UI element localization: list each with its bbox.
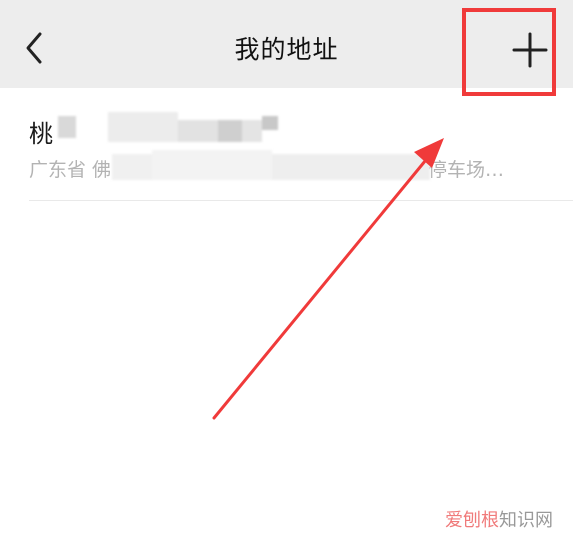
- list-divider: [29, 200, 573, 201]
- address-detail: 广东省 佛: [29, 159, 112, 181]
- redacted-name: [58, 112, 278, 148]
- redacted-detail: [112, 150, 430, 184]
- page-title: 我的地址: [234, 35, 339, 64]
- plus-icon[interactable]: [508, 30, 552, 70]
- navigation-bar: 我的地址: [0, 0, 573, 88]
- address-detail-tail: 停车场…: [428, 159, 505, 181]
- watermark: 爱刨根知识网: [445, 510, 553, 531]
- address-name: 桃: [29, 120, 53, 148]
